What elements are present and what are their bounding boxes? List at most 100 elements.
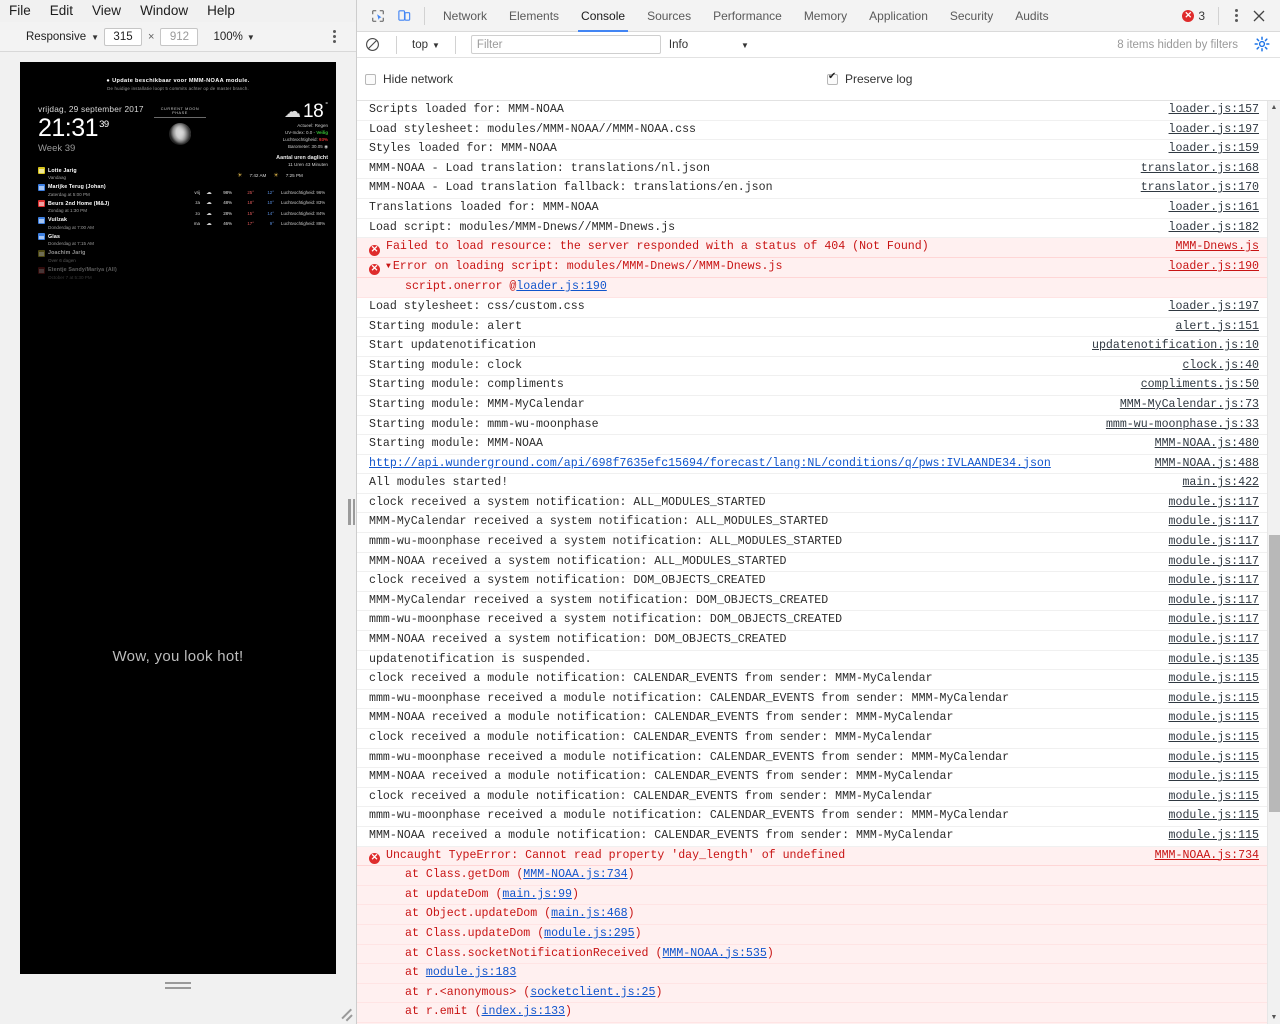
console-source-link[interactable]: MMM-NOAA.js:734 — [1155, 848, 1259, 865]
device-preset-select[interactable]: Responsive ▼ — [22, 29, 103, 45]
device-width-input[interactable]: 315 — [104, 27, 143, 46]
device-height-input[interactable]: 912 — [160, 27, 199, 46]
tab-security[interactable]: Security — [939, 0, 1004, 32]
console-message-row[interactable]: mmm-wu-moonphase received a system notif… — [357, 533, 1267, 553]
console-source-link[interactable]: loader.js:161 — [1169, 200, 1259, 217]
console-source-link[interactable]: loader.js:197 — [1169, 122, 1259, 139]
console-source-link[interactable]: mmm-wu-moonphase.js:33 — [1106, 417, 1259, 434]
console-source-link[interactable]: module.js:115 — [1169, 691, 1259, 708]
console-message-row[interactable]: mmm-wu-moonphase received a module notif… — [357, 807, 1267, 827]
console-message-row[interactable]: Load script: modules/MMM-Dnews//MMM-Dnew… — [357, 219, 1267, 239]
stack-frame-link[interactable]: main.js:99 — [502, 888, 572, 901]
device-zoom-select[interactable]: 100% ▼ — [213, 31, 254, 43]
expand-triangle-icon[interactable]: ▼ — [386, 259, 391, 276]
console-source-link[interactable]: MMM-MyCalendar.js:73 — [1120, 397, 1259, 414]
stack-frame-link[interactable]: main.js:468 — [551, 907, 628, 920]
console-message-row[interactable]: clock received a system notification: DO… — [357, 572, 1267, 592]
console-message-row[interactable]: Starting module: MMM-NOAA MMM-NOAA.js:480 — [357, 435, 1267, 455]
menu-file[interactable]: File — [8, 0, 40, 22]
console-source-link[interactable]: module.js:115 — [1169, 808, 1259, 825]
device-resize-handle-bottom[interactable] — [20, 974, 336, 996]
console-source-link[interactable]: main.js:422 — [1182, 475, 1259, 492]
console-source-link[interactable]: module.js:117 — [1169, 554, 1259, 571]
console-message-row[interactable]: MMM-NOAA - Load translation fallback: tr… — [357, 179, 1267, 199]
console-source-link[interactable]: loader.js:157 — [1169, 102, 1259, 119]
stack-frame-link[interactable]: socketclient.js:25 — [530, 986, 655, 999]
console-message-row[interactable]: Load stylesheet: modules/MMM-NOAA//MMM-N… — [357, 121, 1267, 141]
console-message-row[interactable]: Starting module: mmm-wu-moonphase mmm-wu-… — [357, 416, 1267, 436]
inspect-element-icon[interactable] — [365, 3, 391, 29]
console-message-row[interactable]: http://api.wunderground.com/api/698f7635… — [357, 455, 1267, 475]
tab-console[interactable]: Console — [570, 0, 636, 32]
console-source-link[interactable]: module.js:115 — [1169, 710, 1259, 727]
magic-mirror-viewport[interactable]: ● Update beschikbaar voor MMM-NOAA module… — [20, 62, 336, 974]
console-scrollbar[interactable]: ▲ ▼ — [1267, 101, 1280, 1024]
console-source-link[interactable]: module.js:115 — [1169, 671, 1259, 688]
menu-window[interactable]: Window — [139, 0, 197, 22]
console-message-row[interactable]: Styles loaded for: MMM-NOAA loader.js:159 — [357, 140, 1267, 160]
console-url-link[interactable]: http://api.wunderground.com/api/698f7635… — [369, 457, 1051, 470]
console-source-link[interactable]: module.js:115 — [1169, 789, 1259, 806]
console-source-link[interactable]: module.js:117 — [1169, 514, 1259, 531]
console-source-link[interactable]: module.js:117 — [1169, 495, 1259, 512]
console-message-row[interactable]: clock received a module notification: CA… — [357, 788, 1267, 808]
console-message-row[interactable]: Start updatenotification updatenotificati… — [357, 337, 1267, 357]
console-source-link[interactable]: loader.js:190 — [1169, 259, 1259, 276]
console-source-link[interactable]: loader.js:182 — [1169, 220, 1259, 237]
console-message-row[interactable]: script.onerror @loader.js:190 — [357, 278, 1267, 298]
console-message-row[interactable]: All modules started! main.js:422 — [357, 474, 1267, 494]
console-message-row[interactable]: mmm-wu-moonphase received a module notif… — [357, 749, 1267, 769]
console-message-row[interactable]: ✕ ▼ Error on loading script: modules/MMM-D… — [357, 257, 1267, 279]
device-toolbar-more-button[interactable] — [326, 29, 342, 45]
console-source-link[interactable]: module.js:117 — [1169, 612, 1259, 629]
console-source-link[interactable]: translator.js:170 — [1141, 180, 1259, 197]
console-source-link[interactable]: module.js:117 — [1169, 632, 1259, 649]
console-message-row[interactable]: MMM-NOAA received a module notification:… — [357, 709, 1267, 729]
console-message-row[interactable]: MMM-NOAA received a module notification:… — [357, 827, 1267, 847]
stack-frame-link[interactable]: index.js:133 — [482, 1005, 566, 1018]
console-source-link[interactable]: MMM-Dnews.js — [1176, 239, 1260, 256]
menu-view[interactable]: View — [91, 0, 130, 22]
console-source-link[interactable]: module.js:115 — [1169, 750, 1259, 767]
tab-memory[interactable]: Memory — [793, 0, 858, 32]
console-source-link[interactable]: module.js:115 — [1169, 769, 1259, 786]
console-message-row[interactable]: MMM-MyCalendar received a system notific… — [357, 592, 1267, 612]
console-message-row[interactable]: at r.<anonymous> (socketclient.js:25) — [357, 983, 1267, 1004]
console-source-link[interactable]: MMM-NOAA.js:480 — [1155, 436, 1259, 453]
console-message-row[interactable]: at Object.updateDom (main.js:468) — [357, 905, 1267, 925]
console-source-link[interactable]: module.js:117 — [1169, 573, 1259, 590]
console-message-row[interactable]: at Class.socketNotificationReceived (MMM… — [357, 944, 1267, 965]
tab-audits[interactable]: Audits — [1004, 0, 1059, 32]
tab-elements[interactable]: Elements — [498, 0, 570, 32]
console-source-link[interactable]: module.js:135 — [1169, 652, 1259, 669]
log-level-select[interactable]: Info ▼ — [669, 39, 749, 51]
console-message-row[interactable]: Load stylesheet: css/custom.css loader.js… — [357, 298, 1267, 318]
execution-context-select[interactable]: top ▼ — [412, 39, 440, 51]
stack-frame-link[interactable]: module.js:183 — [426, 966, 516, 979]
console-message-row[interactable]: Starting module: MMM-MyCalendar MMM-MyCal… — [357, 396, 1267, 416]
devtools-more-button[interactable] — [1228, 9, 1244, 22]
gear-icon[interactable] — [1254, 35, 1272, 54]
console-message-row[interactable]: MMM-NOAA received a system notification:… — [357, 631, 1267, 651]
stack-frame-link[interactable]: MMM-NOAA.js:734 — [523, 868, 627, 881]
checkbox-preserve-log[interactable]: Preserve log — [827, 66, 1280, 92]
console-source-link[interactable]: loader.js:159 — [1169, 141, 1259, 158]
console-source-link[interactable]: loader.js:197 — [1169, 299, 1259, 316]
console-message-row[interactable]: clock received a module notification: CA… — [357, 729, 1267, 749]
console-message-row[interactable]: Scripts loaded for: MMM-NOAA loader.js:15… — [357, 101, 1267, 121]
close-icon[interactable] — [1246, 3, 1272, 29]
console-source-link[interactable]: module.js:115 — [1169, 828, 1259, 845]
console-message-row[interactable]: at module.js:183 — [357, 964, 1267, 984]
console-message-row[interactable]: at updateDom (main.js:99) — [357, 885, 1267, 906]
stack-frame-link[interactable]: module.js:295 — [544, 927, 634, 940]
console-message-list[interactable]: Scripts loaded for: MMM-NOAA loader.js:15… — [357, 101, 1267, 1024]
console-source-link[interactable]: compliments.js:50 — [1141, 377, 1259, 394]
scroll-up-arrow-icon[interactable]: ▲ — [1268, 101, 1280, 114]
console-source-link[interactable]: alert.js:151 — [1176, 319, 1260, 336]
console-message-row[interactable]: mmm-wu-moonphase received a system notif… — [357, 611, 1267, 632]
console-source-link[interactable]: module.js:117 — [1169, 534, 1259, 551]
scrollbar-thumb[interactable] — [1269, 535, 1280, 812]
console-source-link[interactable]: MMM-NOAA.js:488 — [1155, 456, 1259, 473]
error-count-badge[interactable]: ✕ 3 — [1182, 9, 1209, 23]
console-message-row[interactable]: clock received a module notification: CA… — [357, 670, 1267, 690]
